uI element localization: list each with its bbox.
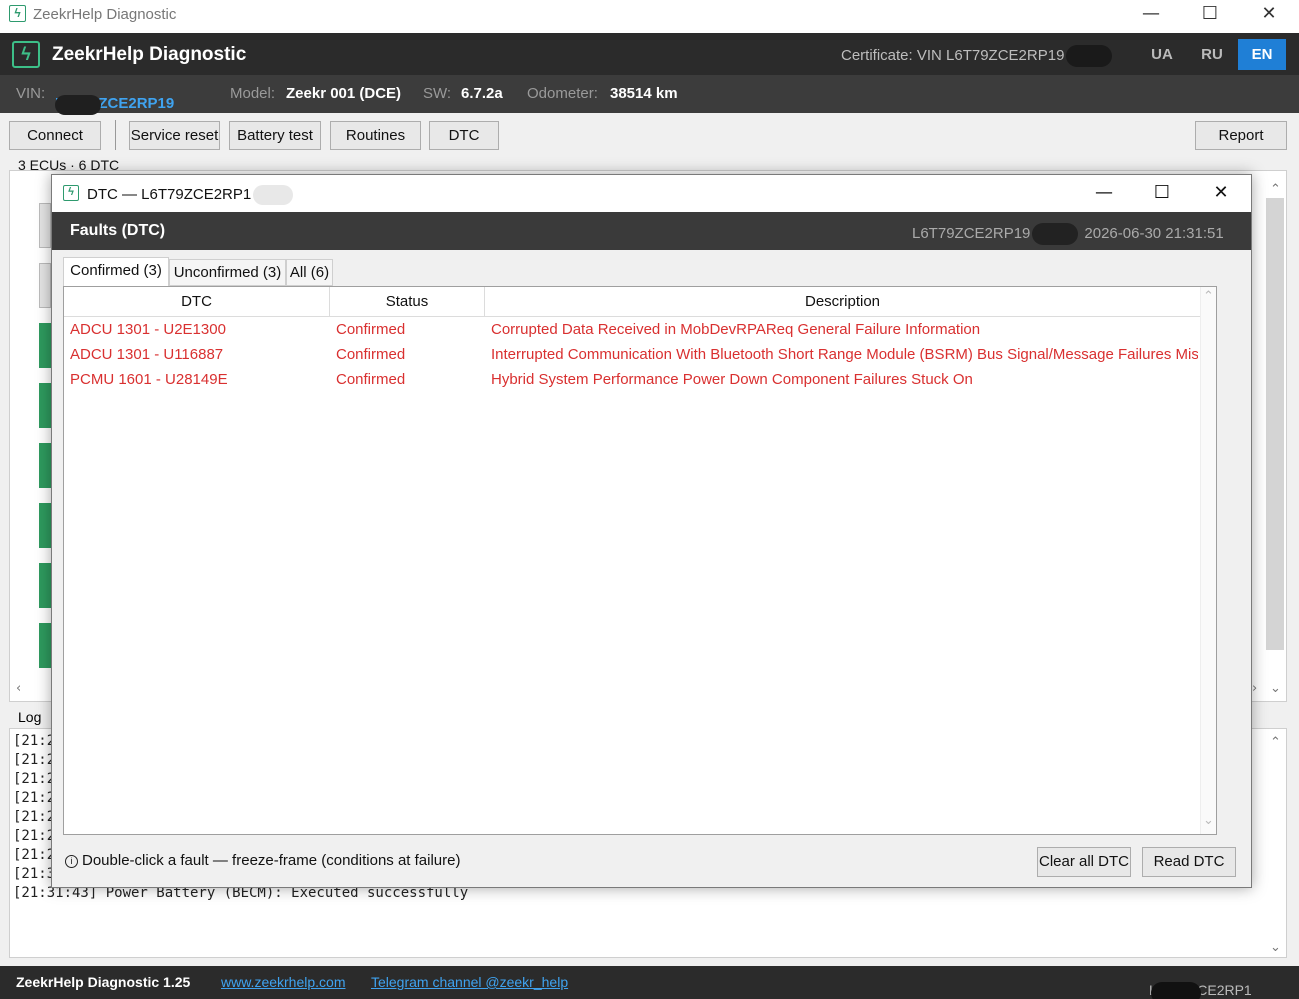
log-line: [21:3 — [13, 866, 56, 882]
scroll-right-icon[interactable]: › — [1252, 681, 1257, 696]
connect-button[interactable]: Connect — [9, 121, 101, 150]
minimize-button[interactable]: — — [1122, 0, 1180, 30]
log-scroll-down-icon[interactable]: ⌄ — [1270, 940, 1281, 955]
column-header-dtc[interactable]: DTC — [64, 287, 330, 317]
dtc-code: ADCU 1301 - U116887 — [70, 346, 224, 363]
dialog-header: Faults (DTC) L6T79ZCE2RP19 2026-06-30 21:… — [52, 212, 1251, 250]
table-row[interactable]: ADCU 1301 - U116887 Confirmed Interrupte… — [64, 342, 1200, 367]
ecu-status-bar — [39, 503, 51, 548]
dtc-code: ADCU 1301 - U2E1300 — [70, 321, 226, 338]
window-titlebar: ϟ ZeekrHelp Diagnostic — ☐ ✕ — [0, 0, 1299, 33]
scroll-left-icon[interactable]: ‹ — [16, 681, 21, 696]
timestamp: 2026-06-30 21:31:51 — [1084, 224, 1224, 242]
certificate-label: Certificate: VIN L6T79ZCE2RP19 — [841, 45, 1113, 67]
vehicle-info-bar: VIN: L6T79ZCE2RP19 Model: Zeekr 001 (DCE… — [0, 75, 1299, 115]
vin-label: VIN: — [16, 85, 46, 102]
log-line: [21:2 — [13, 847, 56, 863]
ecu-panel-scrollbar[interactable] — [1266, 198, 1284, 650]
clear-all-dtc-button[interactable]: Clear all DTC — [1037, 847, 1131, 877]
dtc-description: Interrupted Communication With Bluetooth… — [491, 346, 1198, 363]
log-line: [21:2 — [13, 733, 56, 749]
scroll-down-icon[interactable]: ⌄ — [1270, 681, 1281, 696]
redaction-blur — [1032, 223, 1079, 245]
service-reset-button[interactable]: Service reset — [129, 121, 220, 150]
sw-label: SW: — [423, 85, 452, 102]
log-scroll-up-icon[interactable]: ⌃ — [1270, 735, 1281, 750]
dialog-bolt-icon: ϟ — [63, 185, 79, 201]
log-line: [21:2 — [13, 752, 56, 768]
battery-test-button[interactable]: Battery test — [229, 121, 321, 150]
dtc-status: Confirmed — [336, 321, 406, 338]
dialog-minimize-button[interactable]: — — [1075, 179, 1133, 209]
ecu-status-bar — [39, 443, 51, 488]
lang-ua-button[interactable]: UA — [1138, 39, 1186, 70]
maximize-button[interactable]: ☐ — [1181, 0, 1239, 30]
dialog-header-info: L6T79ZCE2RP19 2026-06-30 21:31:51 — [912, 223, 1224, 245]
dtc-status: Confirmed — [336, 371, 406, 388]
ecu-card-placeholder — [39, 263, 51, 308]
dtc-code: PCMU 1601 - U28149E — [70, 371, 228, 388]
dtc-description: Hybrid System Performance Power Down Com… — [491, 371, 973, 388]
table-row[interactable]: PCMU 1601 - U28149E Confirmed Hybrid Sys… — [64, 367, 1200, 392]
dialog-close-button[interactable]: ✕ — [1192, 179, 1250, 209]
ecu-card-placeholder — [39, 203, 51, 248]
status-bar: ZeekrHelp Diagnostic 1.25 www.zeekrhelp.… — [0, 966, 1299, 999]
toolbar-separator — [115, 120, 116, 150]
report-button[interactable]: Report — [1195, 121, 1287, 150]
lang-ru-button[interactable]: RU — [1188, 39, 1236, 70]
certificate-text: Certificate: VIN L6T79ZCE2RP19 — [841, 46, 1065, 64]
ecu-status-bar — [39, 323, 51, 368]
log-line: [21:2 — [13, 828, 56, 844]
dialog-title: DTC — L6T79ZCE2RP1 — [87, 185, 294, 205]
redaction-blur — [1066, 45, 1113, 67]
tab-all[interactable]: All (6) — [286, 259, 333, 286]
ecu-status-bar — [39, 623, 51, 668]
log-label: Log — [18, 709, 42, 725]
website-link[interactable]: www.zeekrhelp.com — [221, 974, 346, 990]
dtc-dialog: ϟ DTC — L6T79ZCE2RP1 — ☐ ✕ Faults (DTC) … — [51, 174, 1252, 888]
redaction-blur — [55, 95, 101, 115]
table-row[interactable]: ADCU 1301 - U2E1300 Confirmed Corrupted … — [64, 317, 1200, 342]
log-line: [21:2 — [13, 771, 56, 787]
window-title: ZeekrHelp Diagnostic — [33, 6, 177, 23]
brand-title: ZeekrHelp Diagnostic — [52, 44, 247, 65]
freeze-frame-hint: i Double-click a fault — freeze-frame (co… — [65, 852, 461, 869]
telegram-link[interactable]: Telegram channel @zeekr_help — [371, 974, 568, 990]
dtc-button[interactable]: DTC — [429, 121, 499, 150]
lang-en-button[interactable]: EN — [1238, 39, 1286, 70]
model-value: Zeekr 001 (DCE) — [286, 85, 402, 102]
redaction-blur — [253, 185, 294, 205]
column-header-status[interactable]: Status — [330, 287, 485, 317]
model-label: Model: — [230, 85, 276, 102]
app-logo-bolt-icon: ϟ — [12, 41, 40, 68]
log-line: [21:2 — [13, 790, 56, 806]
ecu-status-bar — [39, 563, 51, 608]
table-scroll-down-icon[interactable]: ⌄ — [1203, 813, 1214, 828]
dtc-description: Corrupted Data Received in MobDevRPAReq … — [491, 321, 981, 338]
ecu-status-bar — [39, 383, 51, 428]
column-header-description[interactable]: Description — [485, 287, 1200, 317]
odometer-label: Odometer: — [527, 85, 598, 102]
log-line: [21:2 — [13, 809, 56, 825]
dialog-titlebar: ϟ DTC — L6T79ZCE2RP1 — ☐ ✕ — [52, 175, 1251, 212]
app-bolt-icon: ϟ — [9, 5, 26, 22]
dialog-maximize-button[interactable]: ☐ — [1133, 179, 1191, 209]
table-scroll-up-icon[interactable]: ⌃ — [1203, 289, 1214, 304]
tab-unconfirmed[interactable]: Unconfirmed (3) — [169, 259, 286, 286]
tab-confirmed[interactable]: Confirmed (3) — [63, 257, 169, 287]
app-version: ZeekrHelp Diagnostic 1.25 — [16, 974, 191, 990]
dtc-table: DTC Status Description ADCU 1301 - U2E13… — [63, 286, 1217, 835]
table-scrollbar[interactable]: ⌃ ⌄ — [1200, 287, 1216, 834]
dtc-status: Confirmed — [336, 346, 406, 363]
redaction-blur — [1151, 982, 1201, 999]
read-dtc-button[interactable]: Read DTC — [1142, 847, 1236, 877]
routines-button[interactable]: Routines — [330, 121, 421, 150]
info-icon: i — [65, 855, 78, 868]
faults-title: Faults (DTC) — [70, 222, 166, 239]
close-button[interactable]: ✕ — [1240, 0, 1298, 30]
app-header: ϟ ZeekrHelp Diagnostic Certificate: VIN … — [0, 33, 1299, 75]
odometer-value: 38514 km — [610, 85, 678, 102]
sw-value: 6.7.2a — [461, 85, 503, 102]
scroll-up-icon[interactable]: ⌃ — [1270, 182, 1281, 197]
